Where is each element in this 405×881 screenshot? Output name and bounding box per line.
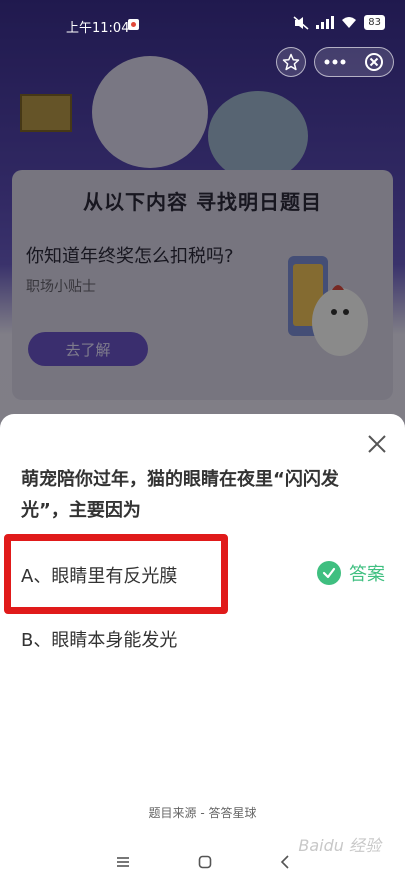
star-icon (282, 53, 300, 71)
exit-icon[interactable] (364, 52, 384, 72)
option-b[interactable]: B、眼睛本身能发光 (21, 626, 177, 652)
status-bar: 上午11:04 83 (0, 0, 405, 46)
menu-icon[interactable] (116, 856, 130, 868)
check-circle-icon (317, 561, 341, 585)
mini-program-capsule (314, 47, 394, 77)
battery-indicator: 83 (364, 15, 385, 30)
answer-label: 答案 (349, 564, 385, 585)
wifi-icon (342, 17, 357, 28)
question-source: 题目来源 - 答答星球 (148, 806, 257, 820)
status-time: 上午11:04 (66, 21, 130, 36)
recording-icon (128, 19, 139, 30)
baidu-watermark: Baidu 经验 (298, 836, 381, 855)
back-icon[interactable] (280, 854, 290, 869)
system-icons: 83 (293, 15, 385, 30)
correct-answer-marker: 答案 (317, 560, 385, 586)
answer-sheet: 萌宠陪你过年，猫的眼睛在夜里“闪闪发光”，主要因为 A、眼睛里有反光膜 答案 B… (0, 414, 405, 881)
signal-icon (316, 16, 335, 29)
favorite-button[interactable] (276, 47, 306, 77)
home-icon[interactable] (198, 855, 212, 869)
question-text: 萌宠陪你过年，猫的眼睛在夜里“闪闪发光”，主要因为 (21, 469, 339, 521)
more-icon[interactable] (324, 59, 346, 65)
highlight-box (4, 534, 228, 614)
mute-icon (293, 15, 309, 30)
close-icon[interactable] (365, 432, 389, 456)
